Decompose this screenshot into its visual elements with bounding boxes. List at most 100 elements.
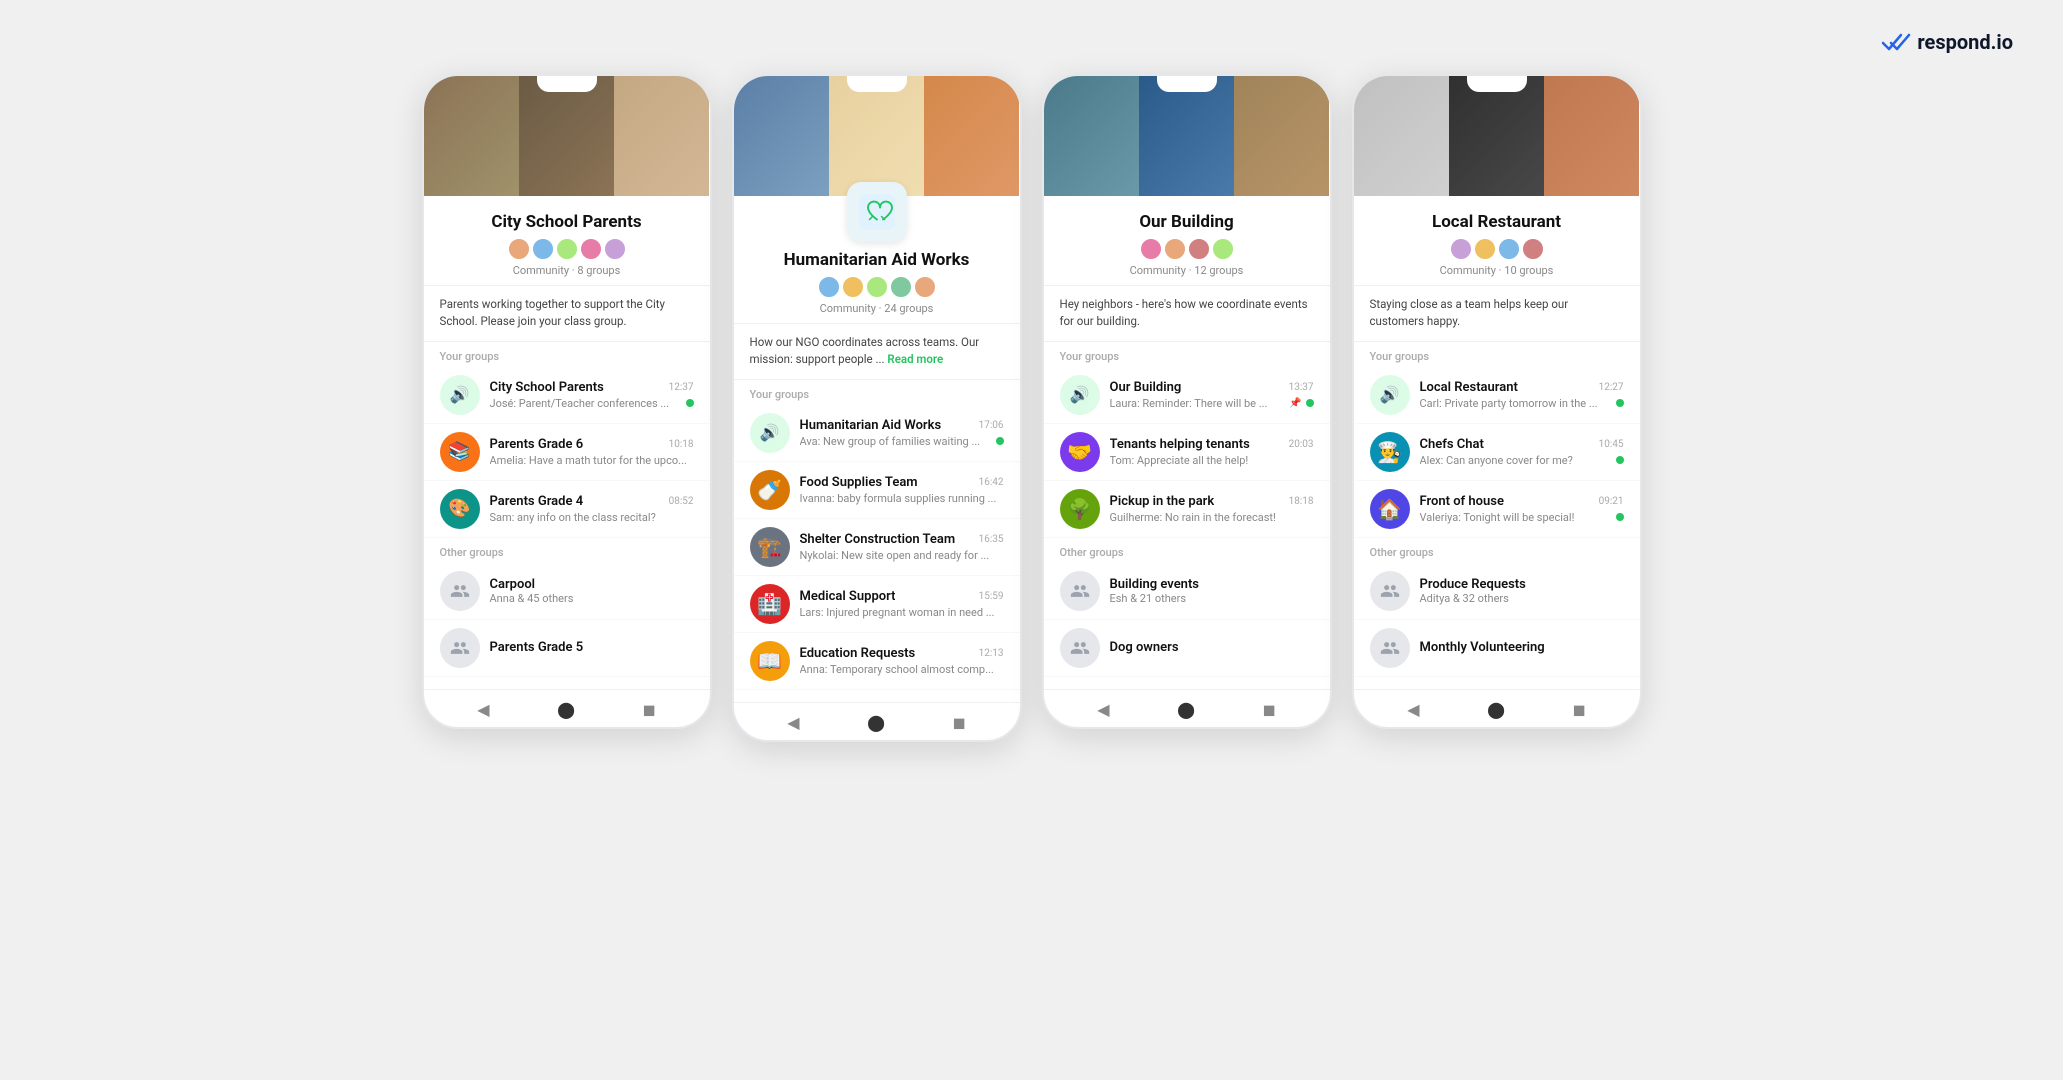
chat-item[interactable]: 🏠 Front of house 09:21 Valeriya: Tonight… xyxy=(1354,481,1640,538)
other-group-item[interactable]: Monthly Volunteering xyxy=(1354,620,1640,677)
chat-item[interactable]: 🏥 Medical Support 15:59 Lars: Injured pr… xyxy=(734,576,1020,633)
chat-avatar: 🍼 xyxy=(750,470,790,510)
square-nav-icon[interactable]: ◼ xyxy=(1262,700,1275,719)
description-1: Parents working together to support the … xyxy=(424,286,710,342)
pin-icon: 📌 xyxy=(1289,398,1301,409)
people-icon xyxy=(1070,581,1090,601)
chat-item[interactable]: 🎨 Parents Grade 4 08:52 Sam: any info on… xyxy=(424,481,710,538)
other-group-avatar xyxy=(1060,571,1100,611)
chat-name: Our Building xyxy=(1110,380,1182,395)
avatar xyxy=(1188,238,1210,260)
avatar xyxy=(1164,238,1186,260)
chat-time: 16:42 xyxy=(979,477,1004,488)
other-group-item[interactable]: Carpool Anna & 45 others xyxy=(424,563,710,620)
phone-title-2: Humanitarian Aid Works xyxy=(750,250,1004,270)
chat-preview: Guilherme: No rain in the forecast! xyxy=(1110,511,1314,524)
chat-item[interactable]: Our Building 13:37 Laura: Reminder: Ther… xyxy=(1044,367,1330,424)
description-4: Staying close as a team helps keep our c… xyxy=(1354,286,1640,342)
other-group-info: Dog owners xyxy=(1110,640,1314,655)
chat-item[interactable]: City School Parents 12:37 José: Parent/T… xyxy=(424,367,710,424)
chat-item[interactable]: Local Restaurant 12:27 Carl: Private par… xyxy=(1354,367,1640,424)
community-label-3: Community · 12 groups xyxy=(1060,264,1314,277)
chat-info: Local Restaurant 12:27 Carl: Private par… xyxy=(1420,380,1624,410)
phone-title-3: Our Building xyxy=(1060,212,1314,232)
back-nav-icon[interactable]: ◀ xyxy=(1407,700,1419,719)
chat-avatar: 🏥 xyxy=(750,584,790,624)
phone-local-restaurant: Local Restaurant Community · 10 groups S… xyxy=(1352,74,1642,729)
chat-item[interactable]: 👨‍🍳 Chefs Chat 10:45 Alex: Can anyone co… xyxy=(1354,424,1640,481)
chat-item[interactable]: 🌳 Pickup in the park 18:18 Guilherme: No… xyxy=(1044,481,1330,538)
avatar xyxy=(508,238,530,260)
chat-preview: Nykolai: New site open and ready for ... xyxy=(800,549,1004,562)
chat-preview: Anna: Temporary school almost comp... xyxy=(800,663,1004,676)
chat-time: 12:13 xyxy=(979,648,1004,659)
chat-item[interactable]: 🤝 Tenants helping tenants 20:03 Tom: App… xyxy=(1044,424,1330,481)
other-group-item[interactable]: Parents Grade 5 xyxy=(424,620,710,677)
chat-name: Medical Support xyxy=(800,589,896,604)
square-nav-icon[interactable]: ◼ xyxy=(642,700,655,719)
chat-item[interactable]: 📖 Education Requests 12:13 Anna: Tempora… xyxy=(734,633,1020,690)
status-dot xyxy=(1616,513,1624,521)
back-nav-icon[interactable]: ◀ xyxy=(477,700,489,719)
status-dot xyxy=(1616,399,1624,407)
status-dot xyxy=(686,399,694,407)
avatar xyxy=(1498,238,1520,260)
chat-item[interactable]: 🏗️ Shelter Construction Team 16:35 Nykol… xyxy=(734,519,1020,576)
square-nav-icon[interactable]: ◼ xyxy=(1572,700,1585,719)
chat-preview: Tom: Appreciate all the help! xyxy=(1110,454,1314,467)
chat-name: Tenants helping tenants xyxy=(1110,437,1250,452)
humanitarian-icon xyxy=(847,182,907,242)
chat-preview: Laura: Reminder: There will be ... xyxy=(1110,397,1286,410)
home-nav-icon[interactable]: ⬤ xyxy=(1487,700,1505,719)
other-group-info: Parents Grade 5 xyxy=(490,640,694,655)
chat-avatar: 👨‍🍳 xyxy=(1370,432,1410,472)
other-group-name: Parents Grade 5 xyxy=(490,640,694,655)
chat-avatar xyxy=(750,413,790,453)
other-group-name: Produce Requests xyxy=(1420,577,1624,592)
chat-name: Food Supplies Team xyxy=(800,475,918,490)
chat-time: 12:27 xyxy=(1599,382,1624,393)
other-group-item[interactable]: Dog owners xyxy=(1044,620,1330,677)
square-nav-icon[interactable]: ◼ xyxy=(952,713,965,732)
avatar xyxy=(1212,238,1234,260)
home-nav-icon[interactable]: ⬤ xyxy=(867,713,885,732)
chat-name: Humanitarian Aid Works xyxy=(800,418,942,433)
people-icon xyxy=(1380,581,1400,601)
chat-preview: Lars: Injured pregnant woman in need ... xyxy=(800,606,1004,619)
chat-time: 10:45 xyxy=(1599,439,1624,450)
read-more-link[interactable]: Read more xyxy=(887,352,943,366)
top-bar: respond.io xyxy=(20,20,2043,74)
chat-item[interactable]: 📚 Parents Grade 6 10:18 Amelia: Have a m… xyxy=(424,424,710,481)
chat-info: Food Supplies Team 16:42 Ivanna: baby fo… xyxy=(800,475,1004,505)
other-group-info: Carpool Anna & 45 others xyxy=(490,577,694,605)
back-nav-icon[interactable]: ◀ xyxy=(787,713,799,732)
phone-notch-3 xyxy=(1157,76,1217,92)
chat-time: 16:35 xyxy=(979,534,1004,545)
back-nav-icon[interactable]: ◀ xyxy=(1097,700,1109,719)
chat-avatar xyxy=(440,375,480,415)
other-group-info: Monthly Volunteering xyxy=(1420,640,1624,655)
chat-info: Medical Support 15:59 Lars: Injured preg… xyxy=(800,589,1004,619)
people-icon xyxy=(1380,638,1400,658)
other-group-avatar xyxy=(1060,628,1100,668)
home-nav-icon[interactable]: ⬤ xyxy=(1177,700,1195,719)
chat-preview: Amelia: Have a math tutor for the upco..… xyxy=(490,454,694,467)
other-group-item[interactable]: Produce Requests Aditya & 32 others xyxy=(1354,563,1640,620)
brand-name: respond.io xyxy=(1917,30,2013,54)
chat-item[interactable]: 🍼 Food Supplies Team 16:42 Ivanna: baby … xyxy=(734,462,1020,519)
other-groups-label-1: Other groups xyxy=(424,538,710,563)
chat-time: 15:59 xyxy=(979,591,1004,602)
other-group-name: Dog owners xyxy=(1110,640,1314,655)
chat-time: 10:18 xyxy=(669,439,694,450)
bottom-nav-2: ◀ ⬤ ◼ xyxy=(734,702,1020,740)
other-group-item[interactable]: Building events Esh & 21 others xyxy=(1044,563,1330,620)
home-nav-icon[interactable]: ⬤ xyxy=(557,700,575,719)
other-group-avatar xyxy=(1370,571,1410,611)
other-group-info: Produce Requests Aditya & 32 others xyxy=(1420,577,1624,605)
chat-info: Education Requests 12:13 Anna: Temporary… xyxy=(800,646,1004,676)
bottom-nav-4: ◀ ⬤ ◼ xyxy=(1354,689,1640,727)
description-3: Hey neighbors - here's how we coordinate… xyxy=(1044,286,1330,342)
chat-item[interactable]: Humanitarian Aid Works 17:06 Ava: New gr… xyxy=(734,405,1020,462)
avatar xyxy=(532,238,554,260)
chat-name: Pickup in the park xyxy=(1110,494,1215,509)
